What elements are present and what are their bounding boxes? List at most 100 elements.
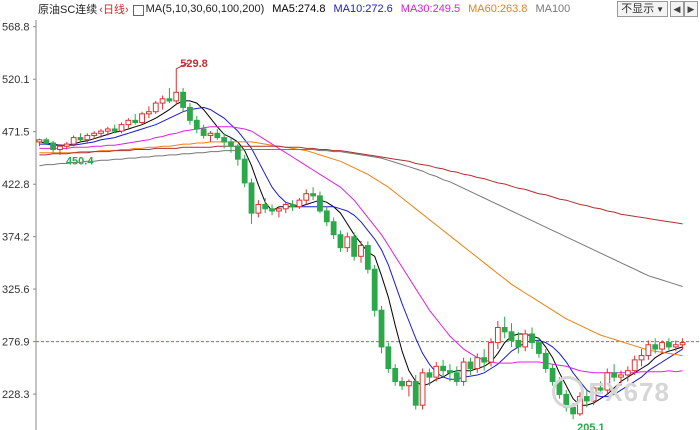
ma60-label: MA60:263.8 — [468, 3, 528, 15]
candle-body — [344, 236, 351, 249]
candle-body — [180, 91, 186, 108]
candle — [392, 364, 399, 386]
candle — [125, 118, 132, 128]
candle — [481, 349, 488, 371]
candle — [659, 340, 665, 354]
arrow-left-icon[interactable]: ◀ — [670, 1, 684, 17]
candle-body — [501, 327, 508, 333]
candle-body — [187, 106, 193, 121]
candle-body — [467, 361, 474, 369]
candles — [36, 68, 686, 420]
y-tick-label: 471.5 — [2, 127, 30, 139]
candle — [77, 133, 84, 142]
y-tick-label: 422.8 — [2, 179, 30, 191]
candle — [378, 305, 385, 354]
candle-body — [522, 333, 529, 348]
candle — [494, 321, 501, 350]
candle — [529, 327, 535, 350]
candle — [371, 264, 378, 317]
candle — [317, 191, 323, 214]
candle — [234, 144, 241, 166]
candle-body — [282, 204, 289, 210]
candle — [50, 140, 56, 153]
candle — [173, 68, 180, 106]
period-label[interactable]: ‹日线› — [99, 1, 128, 17]
candle-body — [351, 236, 358, 257]
candle — [385, 342, 392, 373]
candle-body — [323, 210, 330, 223]
ma-checkbox[interactable] — [132, 4, 144, 16]
candle-body — [419, 372, 426, 406]
annotation-label: 205.1 — [577, 422, 605, 430]
ma-params: MA(5,10,30,60,100,200) — [145, 3, 265, 15]
candle — [193, 116, 200, 134]
candle — [323, 206, 330, 227]
candle — [508, 323, 515, 347]
candle — [645, 340, 652, 360]
candle-body — [159, 98, 166, 104]
candle-body — [118, 124, 125, 132]
candle — [91, 131, 98, 139]
candle-body — [248, 182, 255, 214]
candle-body — [146, 111, 152, 115]
candle-body — [645, 344, 652, 357]
candle-body — [50, 142, 56, 150]
candle — [515, 331, 522, 354]
candle-body — [207, 132, 214, 136]
arrow-right-icon[interactable]: ▶ — [684, 1, 698, 17]
candle — [501, 316, 508, 339]
candle — [255, 200, 262, 218]
candle — [214, 128, 221, 140]
candle — [152, 100, 159, 114]
candle-body — [193, 119, 200, 130]
candle-body — [289, 204, 296, 208]
y-tick-label: 520.1 — [2, 74, 30, 86]
candle-body — [125, 119, 132, 126]
candle-body — [303, 193, 310, 201]
y-tick-label: 568.8 — [2, 22, 30, 34]
annotation-label: 450.4 — [66, 155, 94, 167]
candle-body — [460, 361, 467, 382]
candle — [180, 87, 186, 112]
candle-body — [631, 359, 638, 372]
candle-body — [672, 344, 679, 348]
ma10-label: MA10:272.6 — [333, 3, 393, 15]
candle — [666, 338, 672, 352]
candle — [638, 349, 645, 367]
candle-body — [474, 357, 481, 370]
hide-button[interactable]: 不显示 ▼ — [617, 1, 668, 17]
watermark: FX678 — [552, 376, 670, 410]
candle — [207, 131, 214, 142]
symbol-name: 原油SC连续 — [38, 4, 98, 16]
candle — [542, 349, 549, 373]
candle — [166, 87, 173, 104]
candle-body — [310, 193, 317, 197]
candle-body — [433, 365, 440, 378]
chart-root: 568.8 520.1 471.5 422.8 374.2 325.6 276.9 228.3… — [0, 0, 700, 430]
candle-body — [296, 199, 303, 208]
y-tick-label: 374.2 — [2, 232, 30, 244]
candle-body — [358, 245, 364, 257]
candle-body — [638, 355, 645, 361]
candle — [522, 329, 529, 352]
candle-body — [652, 344, 659, 350]
candle-body — [666, 342, 672, 348]
candle — [453, 366, 460, 386]
candle-body — [200, 128, 207, 136]
candle-body — [378, 309, 385, 348]
candle-body — [453, 372, 460, 382]
candle-body — [317, 195, 323, 212]
candle-body — [70, 137, 77, 145]
candle-body — [63, 143, 70, 147]
candle-body — [542, 352, 549, 370]
candle — [282, 202, 289, 214]
candle-body — [111, 128, 118, 132]
y-tick-label: 276.9 — [2, 337, 30, 349]
candle-body — [255, 204, 262, 214]
candle-body — [91, 132, 98, 136]
candle-body — [426, 372, 433, 378]
candle — [467, 357, 474, 375]
candle-body — [43, 139, 50, 144]
candle-body — [624, 370, 631, 376]
candle — [187, 103, 193, 125]
